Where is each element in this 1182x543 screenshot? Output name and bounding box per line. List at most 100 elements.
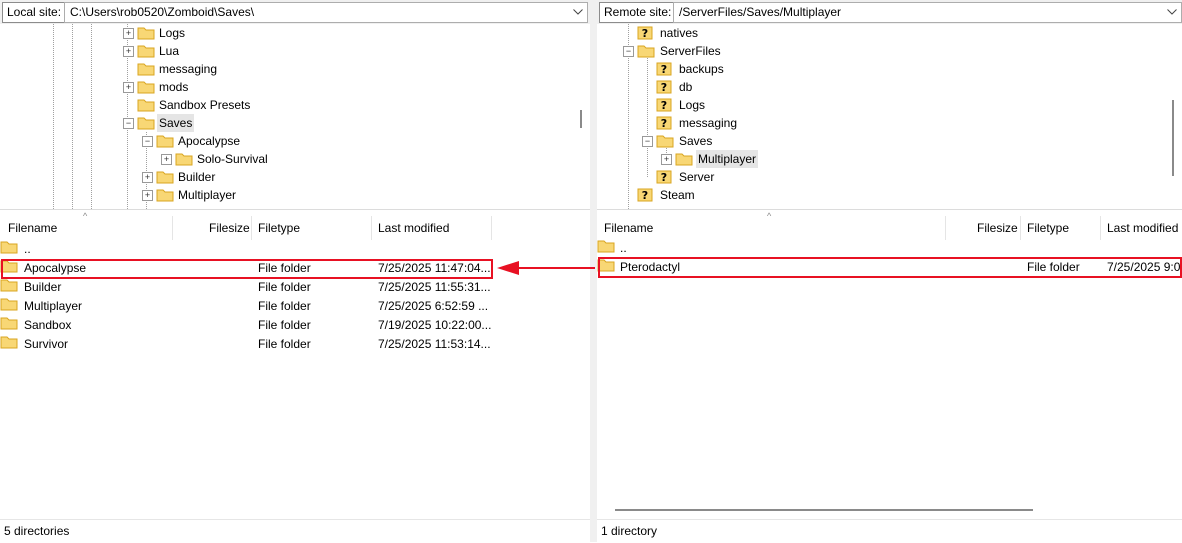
column-filetype[interactable]: Filetype bbox=[1027, 221, 1069, 236]
remote-site-path-combobox[interactable]: /ServerFiles/Saves/Multiplayer bbox=[673, 2, 1182, 23]
file-row-sandbox[interactable]: Sandbox File folder 7/19/2025 10:22:00..… bbox=[0, 316, 590, 335]
remote-file-list[interactable]: ^ Filename Filesize Filetype Last modifi… bbox=[597, 211, 1182, 517]
folder-icon bbox=[156, 135, 174, 148]
folder-open-icon bbox=[137, 117, 155, 130]
expand-icon[interactable]: + bbox=[661, 154, 672, 165]
tree-item-label: Server bbox=[679, 170, 715, 184]
svg-text:?: ? bbox=[661, 99, 667, 112]
file-type: File folder bbox=[258, 337, 311, 351]
remote-pane: Remote site: /ServerFiles/Saves/Multipla… bbox=[597, 0, 1182, 543]
file-row-parent[interactable]: .. bbox=[597, 239, 1182, 258]
scrollbar-thumb[interactable] bbox=[580, 110, 582, 128]
folder-icon bbox=[156, 189, 174, 202]
tree-item-label: Sandbox Presets bbox=[159, 98, 251, 112]
svg-text:?: ? bbox=[661, 171, 667, 184]
chevron-down-icon[interactable] bbox=[1167, 3, 1177, 15]
file-modified: 7/25/2025 11:55:31... bbox=[378, 280, 491, 294]
file-modified: 7/19/2025 10:22:00... bbox=[378, 318, 492, 332]
remote-directory-tree[interactable]: ? natives − ServerFiles ? backups ? db ?… bbox=[597, 24, 1182, 210]
tree-item-label: Saves bbox=[679, 134, 713, 148]
tree-item-label: db bbox=[679, 80, 693, 94]
svg-text:?: ? bbox=[661, 63, 667, 76]
tree-item-label: Logs bbox=[159, 26, 186, 40]
folder-icon bbox=[0, 279, 18, 292]
column-filesize[interactable]: Filesize bbox=[209, 221, 250, 236]
local-tree-scrollbar[interactable] bbox=[573, 24, 590, 209]
file-name: .. bbox=[620, 241, 627, 255]
local-site-bar: Local site: C:\Users\rob0520\Zomboid\Sav… bbox=[0, 0, 590, 24]
remote-site-path-text: /ServerFiles/Saves/Multiplayer bbox=[679, 5, 842, 19]
local-site-path-text: C:\Users\rob0520\Zomboid\Saves\ bbox=[70, 5, 255, 19]
file-row-parent[interactable]: .. bbox=[0, 240, 590, 259]
tree-item-label: ServerFiles bbox=[660, 44, 721, 58]
file-row-builder[interactable]: Builder File folder 7/25/2025 11:55:31..… bbox=[0, 278, 590, 297]
local-file-list[interactable]: ^ Filename Filesize Filetype Last modifi… bbox=[0, 211, 590, 517]
svg-text:?: ? bbox=[642, 27, 648, 40]
collapse-icon[interactable]: − bbox=[142, 136, 153, 147]
unknown-folder-icon: ? bbox=[656, 62, 672, 76]
tree-item-label: Solo-Survival bbox=[197, 152, 268, 166]
column-last-modified[interactable]: Last modified bbox=[1107, 221, 1178, 236]
folder-open-icon bbox=[656, 135, 674, 148]
tree-item-label: Apocalypse bbox=[178, 134, 241, 148]
collapse-icon[interactable]: − bbox=[123, 118, 134, 129]
column-filesize[interactable]: Filesize bbox=[977, 221, 1018, 236]
folder-icon bbox=[137, 63, 155, 76]
remote-tree-scrollbar[interactable] bbox=[1165, 24, 1182, 209]
file-name: Survivor bbox=[24, 337, 69, 351]
column-last-modified[interactable]: Last modified bbox=[378, 221, 449, 236]
collapse-icon[interactable]: − bbox=[642, 136, 653, 147]
column-filetype[interactable]: Filetype bbox=[258, 221, 300, 236]
file-name: Multiplayer bbox=[24, 299, 83, 313]
tree-item-label: mods bbox=[159, 80, 189, 94]
column-filename[interactable]: Filename bbox=[8, 221, 57, 236]
remote-status-bar: 1 directory bbox=[597, 519, 1182, 543]
highlight-box bbox=[1, 259, 493, 279]
tree-item-label: Saves bbox=[157, 114, 195, 132]
file-modified: 7/25/2025 6:52:59 ... bbox=[378, 299, 489, 313]
local-status-bar: 5 directories bbox=[0, 519, 590, 543]
expand-icon[interactable]: + bbox=[123, 46, 134, 57]
file-modified: 7/25/2025 11:53:14... bbox=[378, 337, 491, 351]
file-row-multiplayer[interactable]: Multiplayer File folder 7/25/2025 6:52:5… bbox=[0, 297, 590, 316]
svg-text:?: ? bbox=[661, 81, 667, 94]
svg-text:?: ? bbox=[661, 117, 667, 130]
tree-item-label: messaging bbox=[679, 116, 738, 130]
folder-icon bbox=[137, 27, 155, 40]
remote-site-label: Remote site: bbox=[599, 2, 677, 23]
folder-icon bbox=[0, 336, 18, 349]
sort-ascending-icon: ^ bbox=[83, 211, 88, 221]
folder-icon bbox=[597, 240, 615, 253]
folder-icon bbox=[675, 153, 693, 166]
unknown-folder-icon: ? bbox=[656, 80, 672, 94]
local-directory-tree[interactable]: + Logs + Lua messaging + mods Sandbox Pr… bbox=[0, 24, 590, 210]
tree-item-label: Builder bbox=[178, 170, 216, 184]
tree-item-label: messaging bbox=[159, 62, 218, 76]
folder-icon bbox=[0, 298, 18, 311]
file-name: Builder bbox=[24, 280, 62, 294]
tree-item-label: backups bbox=[679, 62, 724, 76]
sort-ascending-icon: ^ bbox=[767, 211, 772, 221]
unknown-folder-icon: ? bbox=[637, 188, 653, 202]
folder-icon bbox=[137, 45, 155, 58]
scrollbar-thumb[interactable] bbox=[1172, 100, 1174, 176]
remote-list-horizontal-scrollbar[interactable] bbox=[615, 509, 1033, 511]
folder-icon bbox=[175, 153, 193, 166]
collapse-icon[interactable]: − bbox=[623, 46, 634, 57]
file-row-survivor[interactable]: Survivor File folder 7/25/2025 11:53:14.… bbox=[0, 335, 590, 354]
file-type: File folder bbox=[258, 299, 311, 313]
column-filename[interactable]: Filename bbox=[604, 221, 653, 236]
expand-icon[interactable]: + bbox=[161, 154, 172, 165]
tree-item-label: Steam bbox=[660, 188, 695, 202]
expand-icon[interactable]: + bbox=[142, 190, 153, 201]
tree-item-label: Lua bbox=[159, 44, 180, 58]
chevron-down-icon[interactable] bbox=[573, 3, 583, 15]
folder-icon bbox=[137, 81, 155, 94]
expand-icon[interactable]: + bbox=[123, 28, 134, 39]
expand-icon[interactable]: + bbox=[142, 172, 153, 183]
folder-open-icon bbox=[637, 45, 655, 58]
file-name: Sandbox bbox=[24, 318, 72, 332]
local-site-label: Local site: bbox=[2, 2, 67, 23]
local-site-path-combobox[interactable]: C:\Users\rob0520\Zomboid\Saves\ bbox=[64, 2, 588, 23]
expand-icon[interactable]: + bbox=[123, 82, 134, 93]
